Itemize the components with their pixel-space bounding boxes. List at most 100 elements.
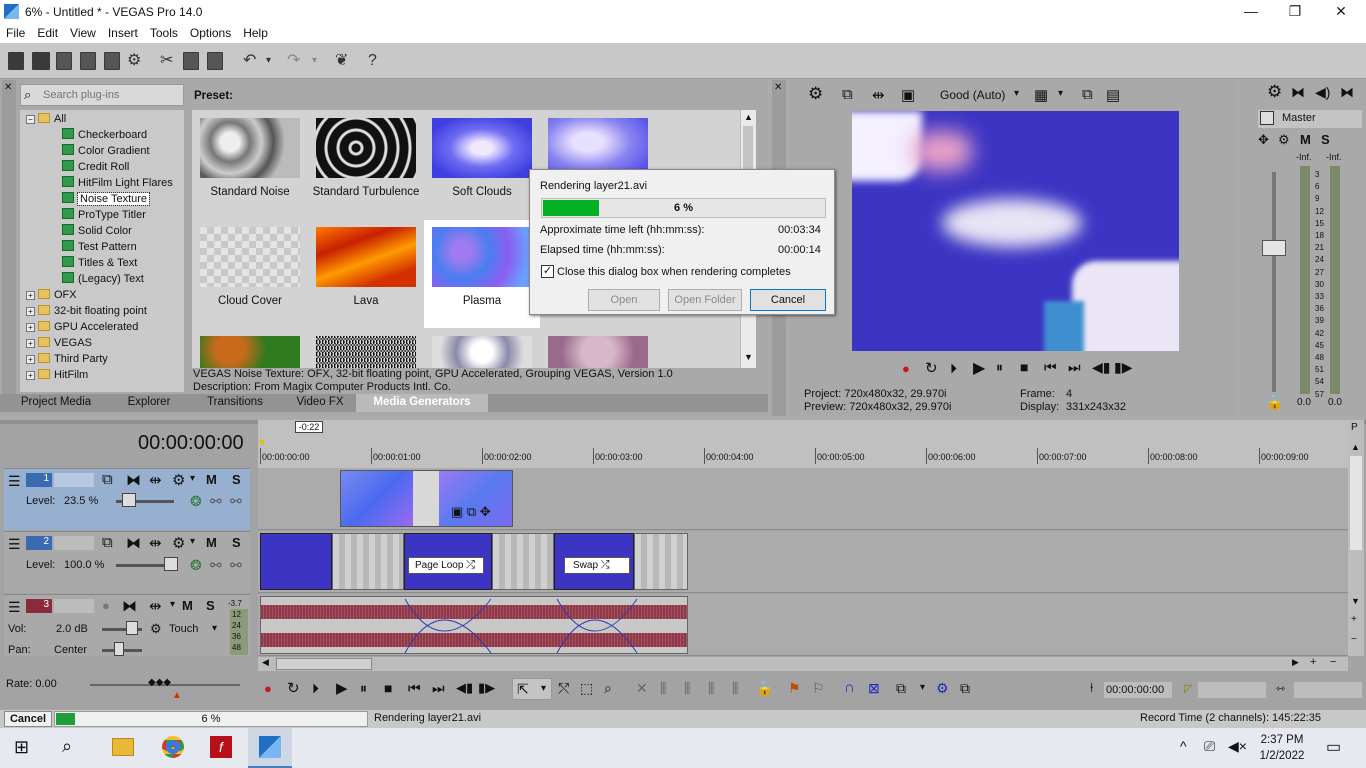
video-clip-1[interactable]: ▣ ⧉ ✥ — [340, 470, 513, 527]
tree-item-ofx[interactable]: + OFX — [26, 288, 77, 303]
volume-muted-icon[interactable]: ◀× — [1228, 738, 1247, 755]
transition-page-loop[interactable]: Page Loop ⤮ — [408, 557, 484, 574]
copy-snapshot-icon[interactable]: ⧉ — [1082, 86, 1093, 103]
menu-tools[interactable]: Tools — [144, 26, 184, 40]
track-1-header[interactable]: ☰ 1 ⧉ ⧓ ⇹ ⚙ ▾ M S Level: 23.5 % ❂ ⚯ ⚯ — [4, 468, 250, 530]
timeline-pause-icon[interactable]: ⏸ — [360, 680, 367, 697]
go-to-start-icon[interactable]: ⏮ — [1044, 359, 1057, 376]
render-as-icon[interactable] — [104, 52, 120, 70]
network-icon[interactable]: ⎚ — [1204, 738, 1215, 755]
track-2-solo-button[interactable]: S — [232, 535, 241, 550]
preview-properties-gear-icon[interactable]: ⚙ — [808, 84, 823, 104]
envelope-tool-icon[interactable]: ⤲ — [558, 680, 569, 697]
normal-edit-tool[interactable]: ⇱ ▾ — [512, 678, 552, 700]
rate-slider-handle-icon[interactable]: ◆◆◆ — [148, 677, 171, 688]
master-pan-icon[interactable]: ✥ — [1258, 132, 1269, 148]
master-fx-icon[interactable] — [1260, 111, 1274, 125]
preset-thumb-row3-1[interactable] — [200, 336, 300, 368]
track-2-lane[interactable]: Page Loop ⤮ Swap ⤮ — [258, 531, 1348, 593]
timeline-horizontal-scrollbar[interactable]: ◀ ▶ + − — [258, 656, 1348, 671]
record-icon[interactable]: ● — [902, 361, 910, 376]
preset-thumb-row3-4[interactable] — [548, 336, 648, 368]
tab-project-media[interactable]: Project Media — [0, 394, 112, 412]
menu-insert[interactable]: Insert — [102, 26, 144, 40]
preset-thumb-lava[interactable] — [316, 227, 416, 287]
undo-dropdown-icon[interactable]: ▾ — [266, 51, 271, 71]
go-to-end-icon[interactable]: ⏭ — [1068, 359, 1081, 376]
ripple-edit-icon[interactable]: ⧉ — [896, 680, 906, 697]
master-mute-button[interactable]: M — [1300, 132, 1311, 147]
tree-item-hitfilm-light-flares[interactable]: HitFilm Light Flares — [62, 176, 173, 191]
preset-thumb-plasma[interactable] — [432, 227, 532, 287]
timeline-vertical-scrollbar[interactable]: P ▲ ▼ + − — [1348, 420, 1364, 656]
marker-icon[interactable]: ⚑ — [788, 680, 801, 697]
tree-item-legacy-text[interactable]: (Legacy) Text — [62, 272, 144, 287]
tab-explorer[interactable]: Explorer — [112, 394, 186, 412]
flash-icon[interactable]: f — [210, 736, 232, 758]
tree-item-protype-titler[interactable]: ProType Titler — [62, 208, 146, 223]
open-button[interactable]: Open — [588, 289, 660, 311]
close-button[interactable]: ✕ — [1318, 0, 1364, 23]
track-3-pan-handle[interactable] — [114, 642, 124, 656]
copy-icon[interactable] — [183, 52, 199, 70]
trim-start-icon[interactable]: ⫼ — [684, 680, 690, 697]
tree-item-third-party[interactable]: + Third Party — [26, 352, 108, 367]
restore-button[interactable]: ❐ — [1272, 0, 1318, 23]
tab-transitions[interactable]: Transitions — [186, 394, 284, 412]
tree-item-vegas[interactable]: + VEGAS — [26, 336, 92, 351]
selection-tool-icon[interactable]: ⬚ — [580, 680, 593, 697]
video-clip-2a[interactable] — [260, 533, 332, 590]
vegas-task-button[interactable] — [248, 728, 292, 768]
selection-length-field[interactable] — [1294, 682, 1362, 698]
menu-view[interactable]: View — [64, 26, 102, 40]
track-1-name-field[interactable] — [54, 473, 94, 487]
search-plugins-box[interactable]: ⌕ — [20, 84, 184, 106]
loop-region-marker[interactable]: -0:22 — [295, 421, 323, 433]
save-icon[interactable] — [56, 52, 72, 70]
master-speaker-icon[interactable]: ◀) — [1315, 84, 1330, 101]
windows-start-icon[interactable]: ⊞ — [14, 737, 29, 758]
help-icon[interactable]: ? — [368, 51, 377, 71]
cancel-button[interactable]: Cancel — [750, 289, 826, 311]
stop-icon[interactable]: ■ — [1020, 359, 1028, 375]
timeline-play-start-icon[interactable]: ⏵ — [312, 680, 319, 697]
open-folder-icon[interactable] — [32, 52, 50, 70]
tray-chevron-icon[interactable]: ^ — [1180, 738, 1187, 754]
lock-icon[interactable]: 🔒 — [756, 680, 773, 697]
tab-media-generators[interactable]: Media Generators — [356, 394, 488, 412]
save-as-icon[interactable] — [80, 52, 96, 70]
cursor-position-field[interactable]: 00:00:00:00 — [1104, 682, 1172, 698]
redo-icon[interactable]: ↷ — [287, 51, 300, 71]
pause-icon[interactable]: ⏸ — [996, 359, 1003, 376]
preset-thumb-soft-clouds[interactable] — [432, 118, 532, 178]
ripple-dropdown-icon[interactable]: ▾ — [920, 682, 925, 693]
lock-envelopes-icon[interactable]: ⚙ — [936, 680, 949, 697]
tree-item-32bit[interactable]: +32-bit floating point — [26, 304, 147, 319]
timeline-go-start-icon[interactable]: ⏮ — [408, 680, 421, 697]
menu-options[interactable]: Options — [184, 26, 237, 40]
overlays-dropdown-icon[interactable]: ▾ — [1058, 88, 1063, 99]
track-3-mute-button[interactable]: M — [182, 598, 193, 613]
new-file-icon[interactable] — [8, 52, 24, 70]
menu-edit[interactable]: Edit — [31, 26, 64, 40]
status-cancel-button[interactable]: Cancel — [4, 711, 52, 727]
preview-quality-select[interactable]: Good (Auto) — [940, 88, 1005, 102]
master-lock-icon[interactable]: 🔒 — [1266, 394, 1283, 411]
taskbar-clock[interactable]: 2:37 PM 1/2/2022 — [1254, 732, 1310, 764]
master-gear-icon[interactable]: ⚙ — [1267, 82, 1282, 102]
snapping-magnet-icon[interactable]: ∩ — [844, 679, 855, 696]
quality-dropdown-icon[interactable]: ▾ — [1014, 88, 1019, 99]
region-icon[interactable]: ⚐ — [812, 680, 825, 697]
tree-item-noise-texture[interactable]: Noise Texture — [62, 192, 151, 207]
preset-thumb-row3-3[interactable] — [432, 336, 532, 368]
paste-icon[interactable] — [207, 52, 223, 70]
next-frame-icon[interactable]: ▮▶ — [1114, 359, 1132, 376]
chrome-icon[interactable] — [162, 736, 184, 758]
zoom-tool-icon[interactable]: ⌕ — [604, 680, 612, 697]
track-3-name-field[interactable] — [54, 599, 94, 613]
video-fx-icon[interactable]: ▣ — [901, 86, 915, 104]
track-1-level-handle[interactable] — [122, 493, 136, 507]
play-icon[interactable]: ▶ — [973, 358, 985, 378]
tree-item-color-gradient[interactable]: Color Gradient — [62, 144, 150, 159]
timeline-timecode[interactable]: 00:00:00:00 — [138, 432, 244, 455]
